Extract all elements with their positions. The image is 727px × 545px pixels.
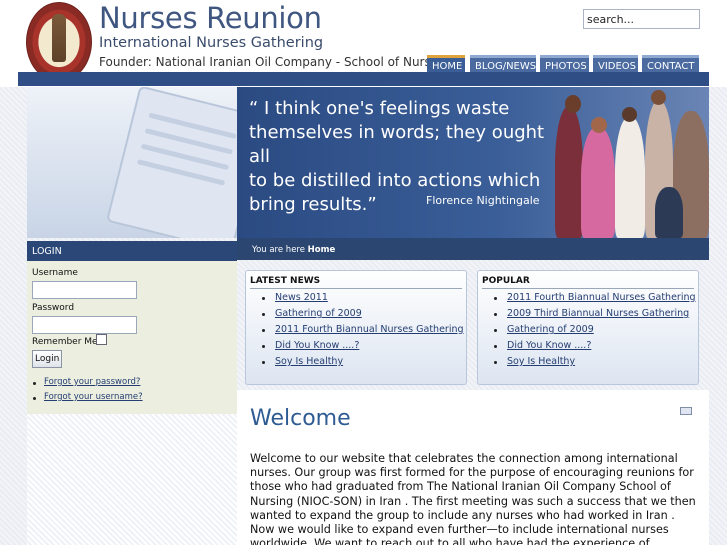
page: Nurses Reunion International Nurses Gath…: [0, 0, 727, 545]
username-field[interactable]: [32, 281, 137, 299]
list-item[interactable]: 2011 Fourth Biannual Nurses Gathering: [275, 324, 464, 335]
login-heading: LOGIN: [27, 241, 237, 261]
banner-decoration: [27, 87, 237, 238]
nav-videos[interactable]: VIDEOS: [593, 55, 638, 72]
list-item[interactable]: 2009 Third Biannual Nurses Gathering: [507, 308, 689, 319]
search-input[interactable]: [583, 9, 700, 29]
username-label: Username: [32, 268, 78, 278]
nav-photos[interactable]: PHOTOS: [540, 55, 589, 72]
site-founder: Founder: National Iranian Oil Company - …: [99, 55, 450, 69]
popular-title: POPULAR: [482, 276, 530, 286]
banner: “ I think one's feelings waste themselve…: [237, 87, 709, 238]
forgot-username-link[interactable]: Forgot your username?: [44, 392, 143, 402]
breadcrumb-current[interactable]: Home: [308, 245, 336, 255]
document-icon: [105, 87, 237, 238]
nav-blog-news[interactable]: BLOG/NEWS: [470, 55, 536, 72]
nav-contact[interactable]: CONTACT: [642, 55, 699, 72]
list-item[interactable]: Did You Know ....?: [507, 340, 591, 351]
popular-module: POPULAR 2011 Fourth Biannual Nurses Gath…: [477, 270, 699, 385]
email-icon[interactable]: [680, 407, 692, 415]
login-form: Username Password Remember Me Login Forg…: [27, 261, 237, 414]
site-subtitle: International Nurses Gathering: [99, 35, 324, 51]
quote-line: to be distilled into actions which: [249, 170, 541, 191]
list-item[interactable]: 2011 Fourth Biannual Nurses Gathering: [507, 292, 696, 303]
quote-author: Florence Nightingale: [426, 194, 540, 207]
password-label: Password: [32, 303, 75, 313]
list-item[interactable]: Gathering of 2009: [275, 308, 362, 319]
logo-nurse-figure: [52, 14, 66, 62]
list-item[interactable]: Did You Know ....?: [275, 340, 359, 351]
quote-line: themselves in words; they ought all: [249, 122, 545, 167]
remember-label: Remember Me: [32, 337, 98, 347]
breadcrumb: You are here Home: [237, 238, 709, 260]
breadcrumb-prefix: You are here: [252, 245, 305, 255]
list-item[interactable]: News 2011: [275, 292, 328, 303]
remember-me-checkbox[interactable]: [96, 334, 107, 345]
main-content: Welcome Welcome to our website that cele…: [237, 390, 709, 545]
site-title: Nurses Reunion: [99, 1, 322, 35]
password-field[interactable]: [32, 316, 137, 334]
header: Nurses Reunion International Nurses Gath…: [0, 0, 727, 87]
page-title: Welcome: [250, 406, 351, 431]
login-button[interactable]: Login: [32, 350, 62, 368]
group-photo: [555, 87, 709, 238]
forgot-password-link[interactable]: Forgot your password?: [44, 377, 140, 387]
list-item[interactable]: Gathering of 2009: [507, 324, 594, 335]
sidebar-background: [27, 414, 237, 545]
list-item[interactable]: Soy Is Healthy: [507, 356, 575, 367]
latest-news-module: LATEST NEWS News 2011 Gathering of 2009 …: [245, 270, 467, 385]
article-body: Welcome to our website that celebrates t…: [250, 452, 696, 545]
header-bar: [18, 72, 709, 86]
latest-news-title: LATEST NEWS: [250, 276, 321, 286]
quote-line: “ I think one's feelings waste: [249, 98, 510, 119]
list-item[interactable]: Soy Is Healthy: [275, 356, 343, 367]
nav-home[interactable]: HOME: [427, 55, 465, 72]
